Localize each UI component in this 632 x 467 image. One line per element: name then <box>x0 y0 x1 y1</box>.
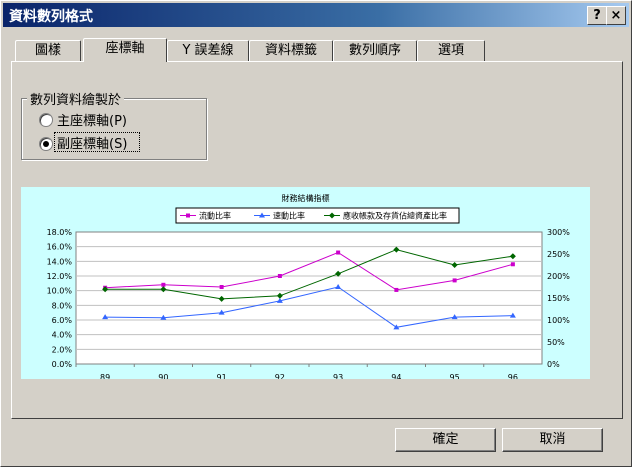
data-point <box>336 250 341 255</box>
secondary-axis-radio[interactable] <box>39 137 53 151</box>
y-right-tick-label: 50% <box>547 338 565 347</box>
legend-marker <box>186 213 190 218</box>
secondary-axis-label[interactable]: 副座標軸(S) <box>57 133 127 152</box>
y-right-tick-label: 300% <box>547 228 570 237</box>
x-tick-label: 89 <box>100 373 110 379</box>
y-right-tick-label: 150% <box>547 294 570 303</box>
y-right-tick-label: 200% <box>547 272 570 281</box>
title-bar[interactable]: 資料數列格式 ? × <box>3 3 629 27</box>
legend-entry-label: 應收帳款及存貨佔總資產比率 <box>343 211 447 221</box>
tab-y-error-bars[interactable]: Y 誤差線 <box>167 40 249 61</box>
help-button[interactable]: ? <box>587 6 607 25</box>
legend-entry-label: 流動比率 <box>199 211 231 221</box>
y-left-tick-label: 6.0% <box>52 316 73 325</box>
close-button[interactable]: × <box>606 6 626 25</box>
data-point <box>219 285 224 289</box>
y-left-tick-label: 18.0% <box>47 228 73 237</box>
y-right-tick-label: 0% <box>547 360 560 369</box>
x-tick-label: 91 <box>217 373 227 379</box>
x-tick-label: 90 <box>158 373 168 379</box>
data-point <box>394 287 399 292</box>
cancel-button[interactable]: 取消 <box>502 428 603 452</box>
data-point <box>277 274 282 278</box>
y-left-tick-label: 16.0% <box>47 243 73 252</box>
x-tick-label: 93 <box>333 373 343 379</box>
primary-axis-radio[interactable] <box>39 113 53 127</box>
y-left-tick-label: 12.0% <box>47 272 73 281</box>
dialog-title: 資料數列格式 <box>9 9 93 25</box>
y-left-tick-label: 10.0% <box>47 287 73 296</box>
y-left-tick-label: 2.0% <box>52 345 73 354</box>
y-left-tick-label: 14.0% <box>47 257 73 266</box>
x-tick-label: 96 <box>508 373 518 379</box>
y-left-tick-label: 8.0% <box>52 301 73 310</box>
chart-preview: 財務結構指標 18.0% 16.0% 14.0% 12.0% 10.0% 8.0% 6.0%… <box>21 187 590 379</box>
tab-options[interactable]: 選項 <box>417 40 485 61</box>
tab-patterns[interactable]: 圖樣 <box>15 40 81 61</box>
ok-button[interactable]: 確定 <box>395 428 496 452</box>
y-left-tick-label: 0.0% <box>52 360 73 369</box>
plot-area <box>75 231 543 365</box>
tab-data-labels[interactable]: 資料標籤 <box>249 40 333 61</box>
y-right-tick-label: 250% <box>547 250 570 259</box>
primary-axis-label[interactable]: 主座標軸(P) <box>57 110 127 129</box>
dialog-window: 資料數列格式 ? × 圖樣 座標軸 Y 誤差線 資料標籤 數列順序 選項 數列資… <box>0 0 632 467</box>
y-right-tick-label: 100% <box>547 316 570 325</box>
x-tick-label: 94 <box>391 373 401 379</box>
x-tick-label: 92 <box>275 373 285 379</box>
data-point <box>452 278 457 283</box>
tab-series-order[interactable]: 數列順序 <box>333 40 417 61</box>
y-left-tick-label: 4.0% <box>52 331 73 340</box>
x-tick-label: 95 <box>450 373 460 379</box>
plot-series-on-title: 數列資料繪製於 <box>27 89 125 108</box>
data-point <box>161 282 166 287</box>
chart-svg: 18.0% 16.0% 14.0% 12.0% 10.0% 8.0% 6.0% 4.0% 2.0… <box>47 207 570 379</box>
tab-axis[interactable]: 座標軸 <box>83 38 167 62</box>
data-point <box>510 262 515 267</box>
legend-entry-label: 速動比率 <box>273 211 305 221</box>
